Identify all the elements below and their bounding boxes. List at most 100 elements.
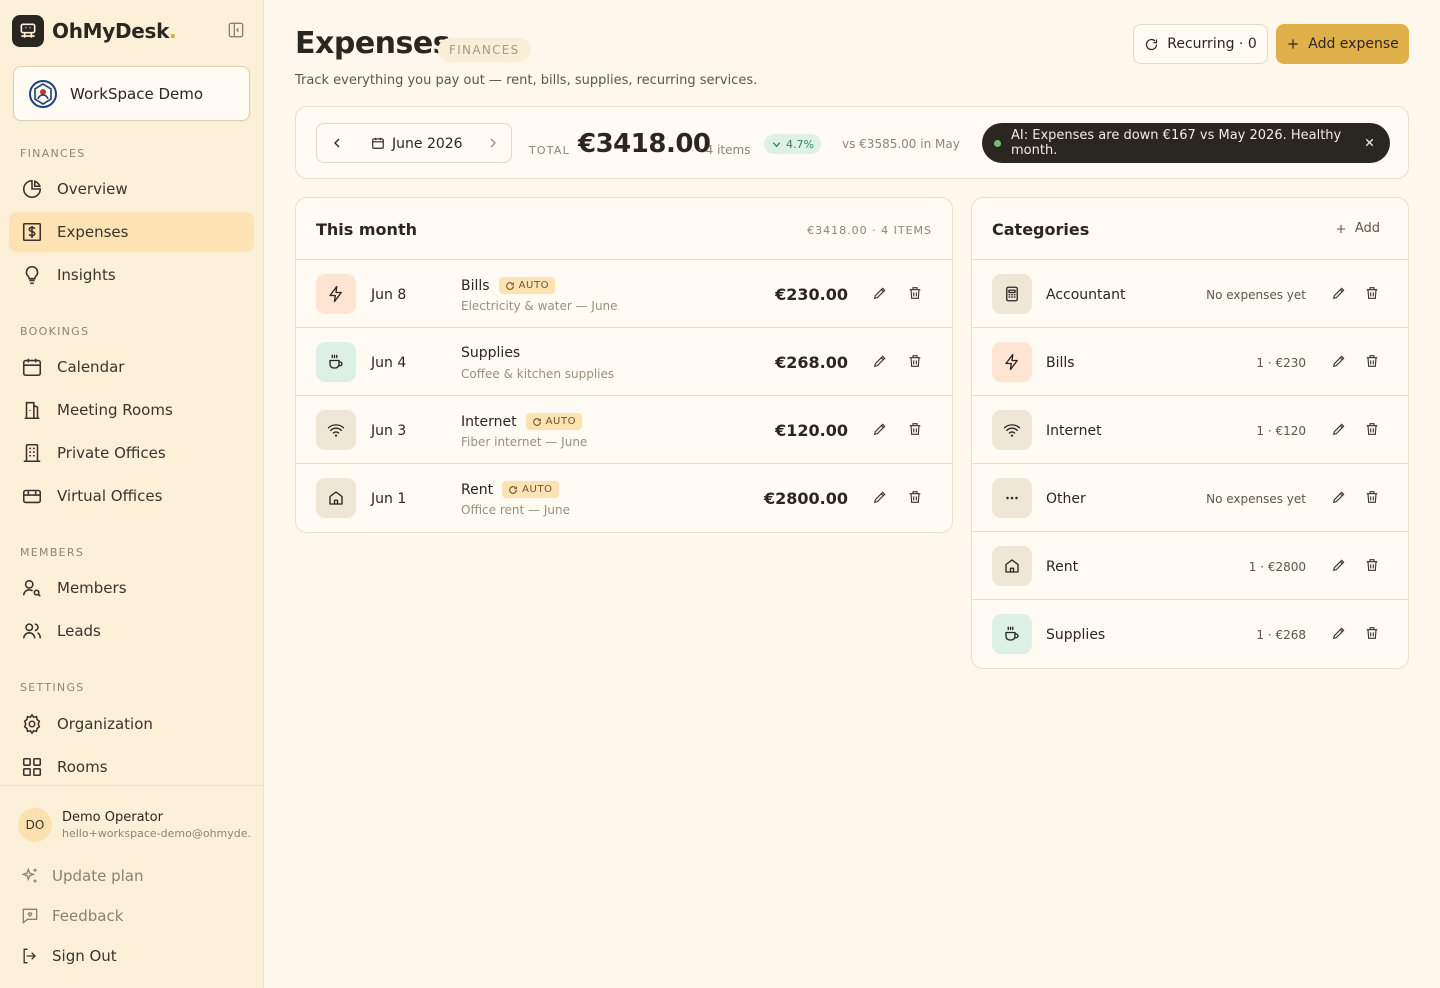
refresh-icon <box>505 281 515 291</box>
expense-amount: €230.00 <box>775 285 848 304</box>
chevron-right-icon[interactable] <box>485 135 501 151</box>
sidebar-item-organization[interactable]: Organization <box>9 704 254 744</box>
this-month-meta: €3418.00 · 4 ITEMS <box>807 224 932 237</box>
page-title: Expenses <box>295 26 451 61</box>
sidebar-item-rooms[interactable]: Rooms <box>9 747 254 787</box>
sign-out-link[interactable]: Sign Out <box>20 946 117 966</box>
category-row[interactable]: Bills 1 · €230 <box>972 328 1408 396</box>
sign-out-label: Sign Out <box>52 947 117 965</box>
plus-icon <box>1286 37 1300 51</box>
section-badge: FINANCES <box>438 38 531 62</box>
recurring-button[interactable]: Recurring · 0 <box>1133 24 1268 64</box>
sidebar-item-members[interactable]: Members <box>9 568 254 608</box>
lightning-icon <box>992 342 1032 382</box>
delete-trash-icon[interactable] <box>1364 353 1380 369</box>
sparkles-icon <box>20 866 40 886</box>
edit-pencil-icon[interactable] <box>1331 557 1347 573</box>
sidebar-item-calendar[interactable]: Calendar <box>9 347 254 387</box>
total-items-count: · 4 items <box>698 143 751 157</box>
edit-pencil-icon[interactable] <box>872 489 888 505</box>
section-label-members: MEMBERS <box>20 546 85 559</box>
category-row[interactable]: Rent 1 · €2800 <box>972 532 1408 600</box>
message-icon <box>20 906 40 926</box>
update-plan-link[interactable]: Update plan <box>20 866 143 886</box>
delete-trash-icon[interactable] <box>907 285 923 301</box>
expense-row[interactable]: Jun 1 Rent AUTO Office rent — June €2800… <box>296 464 952 532</box>
expense-row[interactable]: Jun 3 Internet AUTO Fiber internet — Jun… <box>296 396 952 464</box>
sidebar-item-overview[interactable]: Overview <box>9 169 254 209</box>
expense-name: Rent AUTO <box>461 481 559 498</box>
sidebar-item-expenses[interactable]: Expenses <box>9 212 254 252</box>
feedback-link[interactable]: Feedback <box>20 906 123 926</box>
edit-pencil-icon[interactable] <box>872 421 888 437</box>
brand-name: OhMyDesk. <box>52 19 177 43</box>
close-icon[interactable] <box>1363 136 1376 149</box>
user-profile[interactable]: DO Demo Operator hello+workspace-demo@oh… <box>18 808 251 842</box>
delete-trash-icon[interactable] <box>907 421 923 437</box>
delete-trash-icon[interactable] <box>1364 625 1380 641</box>
delete-trash-icon[interactable] <box>1364 421 1380 437</box>
sidebar-item-insights[interactable]: Insights <box>9 255 254 295</box>
expense-description: Coffee & kitchen supplies <box>461 367 615 381</box>
delete-trash-icon[interactable] <box>907 353 923 369</box>
category-row[interactable]: Other No expenses yet <box>972 464 1408 532</box>
category-stat: No expenses yet <box>1206 492 1306 506</box>
meeting-room-icon <box>21 399 43 421</box>
home-icon <box>992 546 1032 586</box>
sidebar-item-virtual-offices[interactable]: Virtual Offices <box>9 476 254 516</box>
edit-pencil-icon[interactable] <box>872 285 888 301</box>
expense-date: Jun 3 <box>371 423 407 439</box>
brand[interactable]: OhMyDesk. <box>12 14 177 48</box>
category-row[interactable]: Accountant No expenses yet <box>972 260 1408 328</box>
category-name: Internet <box>1046 423 1102 439</box>
sidebar-item-private-offices[interactable]: Private Offices <box>9 433 254 473</box>
dots-icon <box>992 478 1032 518</box>
this-month-card: This month €3418.00 · 4 ITEMS Jun 8 Bill… <box>295 197 953 533</box>
sidebar-item-label: Overview <box>57 180 128 198</box>
delete-trash-icon[interactable] <box>1364 285 1380 301</box>
sidebar-item-meeting-rooms[interactable]: Meeting Rooms <box>9 390 254 430</box>
users-icon <box>21 620 43 642</box>
workspace-switcher[interactable]: WorkSpace Demo <box>13 66 250 121</box>
edit-pencil-icon[interactable] <box>872 353 888 369</box>
sidebar-item-label: Expenses <box>57 223 129 241</box>
add-category-button[interactable]: Add <box>1335 221 1380 236</box>
chevron-left-icon[interactable] <box>329 135 345 151</box>
month-picker[interactable]: June 2026 <box>316 123 512 163</box>
add-expense-button[interactable]: Add expense <box>1276 24 1409 64</box>
receipt-dollar-icon <box>21 221 43 243</box>
calculator-icon <box>992 274 1032 314</box>
refresh-icon <box>508 485 518 495</box>
calendar-icon <box>371 136 385 150</box>
calendar-icon <box>21 356 43 378</box>
expense-row[interactable]: Jun 4 Supplies Coffee & kitchen supplies… <box>296 328 952 396</box>
expense-description: Office rent — June <box>461 503 570 517</box>
category-name: Other <box>1046 491 1086 507</box>
auto-badge: AUTO <box>498 277 556 294</box>
edit-pencil-icon[interactable] <box>1331 285 1347 301</box>
delete-trash-icon[interactable] <box>907 489 923 505</box>
grid-icon <box>21 756 43 778</box>
delete-trash-icon[interactable] <box>1364 489 1380 505</box>
sidebar-item-leads[interactable]: Leads <box>9 611 254 651</box>
delete-trash-icon[interactable] <box>1364 557 1380 573</box>
sign-out-icon <box>20 946 40 966</box>
chevron-down-icon <box>771 139 782 150</box>
plus-icon <box>1335 223 1347 235</box>
auto-badge-label: AUTO <box>545 416 577 427</box>
refresh-icon <box>532 417 542 427</box>
edit-pencil-icon[interactable] <box>1331 353 1347 369</box>
edit-pencil-icon[interactable] <box>1331 489 1347 505</box>
workspace-logo-icon <box>28 79 58 109</box>
expense-row[interactable]: Jun 8 Bills AUTO Electricity & water — J… <box>296 260 952 328</box>
expense-amount: €268.00 <box>775 353 848 372</box>
category-row[interactable]: Internet 1 · €120 <box>972 396 1408 464</box>
category-row[interactable]: Supplies 1 · €268 <box>972 600 1408 668</box>
expense-amount: €2800.00 <box>763 489 848 508</box>
collapse-sidebar-icon[interactable] <box>226 20 246 40</box>
edit-pencil-icon[interactable] <box>1331 625 1347 641</box>
user-email: hello+workspace-demo@ohmyde. <box>62 827 252 840</box>
auto-badge: AUTO <box>502 481 559 498</box>
categories-title: Categories <box>992 220 1090 239</box>
edit-pencil-icon[interactable] <box>1331 421 1347 437</box>
